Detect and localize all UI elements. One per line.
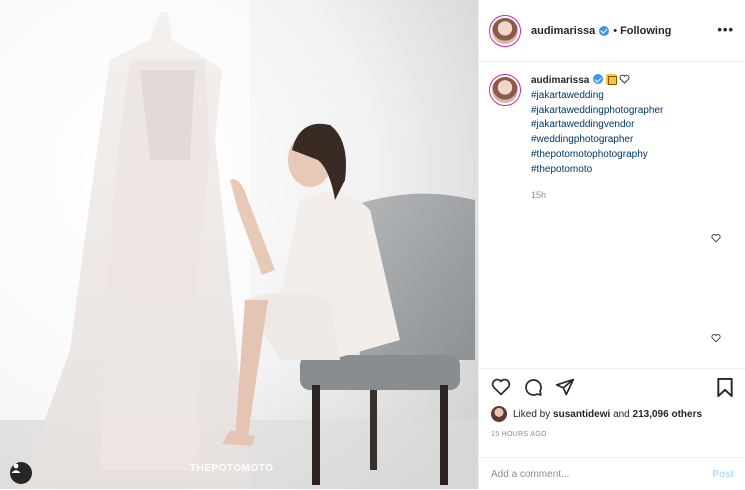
post-actions: Liked by susantidewi and 213,096 others …: [479, 368, 745, 489]
likes-others-count[interactable]: 213,096 others: [633, 409, 703, 420]
hashtag-link[interactable]: #thepotomotophotography: [531, 148, 663, 163]
likes-summary: Liked by susantidewi and 213,096 others: [491, 406, 702, 422]
liker-avatar[interactable]: [491, 406, 507, 422]
more-options-icon[interactable]: •••: [717, 22, 734, 37]
save-bookmark-icon[interactable]: [716, 377, 734, 398]
post-photo[interactable]: THEPOTOMOTO: [0, 0, 478, 489]
hashtag-link[interactable]: #jakartaweddingvendor: [531, 118, 663, 133]
caption-time[interactable]: 15h: [531, 188, 663, 203]
caption-username[interactable]: audimarissa: [531, 75, 589, 86]
post-header: audimarissa • Following •••: [479, 0, 745, 62]
photo-watermark: THEPOTOMOTO: [190, 463, 274, 474]
heart-emoji-icon: [619, 74, 630, 84]
post-side-panel: audimarissa • Following ••• audimarissa …: [478, 0, 745, 489]
verified-badge-icon: [599, 25, 610, 36]
caption: audimarissa #jakartawedding #jakartawedd…: [489, 74, 663, 202]
caption-body: audimarissa #jakartawedding #jakartawedd…: [531, 74, 663, 202]
hashtag-link[interactable]: #weddingphotographer: [531, 133, 663, 148]
following-button[interactable]: Following: [620, 25, 671, 37]
like-comment-heart-icon[interactable]: [711, 233, 721, 243]
wedding-emoji-icon: [606, 74, 618, 85]
liker-username[interactable]: susantidewi: [553, 409, 610, 420]
action-icons: [491, 377, 575, 397]
author-username[interactable]: audimarissa: [531, 25, 595, 37]
likes-joiner: and: [613, 408, 630, 420]
post-comment-button[interactable]: Post: [712, 469, 734, 480]
hashtag-link[interactable]: #jakartaweddingphotographer: [531, 104, 663, 119]
likes-prefix: Liked by: [513, 408, 551, 420]
hashtag-link[interactable]: #jakartawedding: [531, 89, 663, 104]
tagged-user-icon[interactable]: [10, 462, 32, 484]
comment-bar: Post: [479, 457, 745, 490]
like-comment-heart-icon[interactable]: [711, 333, 721, 343]
hashtag-link[interactable]: #thepotomoto: [531, 163, 663, 178]
wedding-photo-illustration: [0, 0, 478, 489]
caption-verified-icon: [593, 74, 604, 84]
share-icon[interactable]: [555, 377, 575, 397]
like-heart-icon[interactable]: [491, 377, 511, 396]
caption-avatar[interactable]: [489, 74, 521, 106]
post-modal: THEPOTOMOTO audimarissa • Following ••• …: [0, 0, 745, 489]
comment-icon[interactable]: [523, 377, 543, 397]
posted-time[interactable]: 15 HOURS AGO: [491, 431, 547, 438]
header-separator: •: [613, 24, 618, 37]
author-avatar[interactable]: [489, 14, 521, 47]
comment-input[interactable]: [491, 468, 713, 480]
